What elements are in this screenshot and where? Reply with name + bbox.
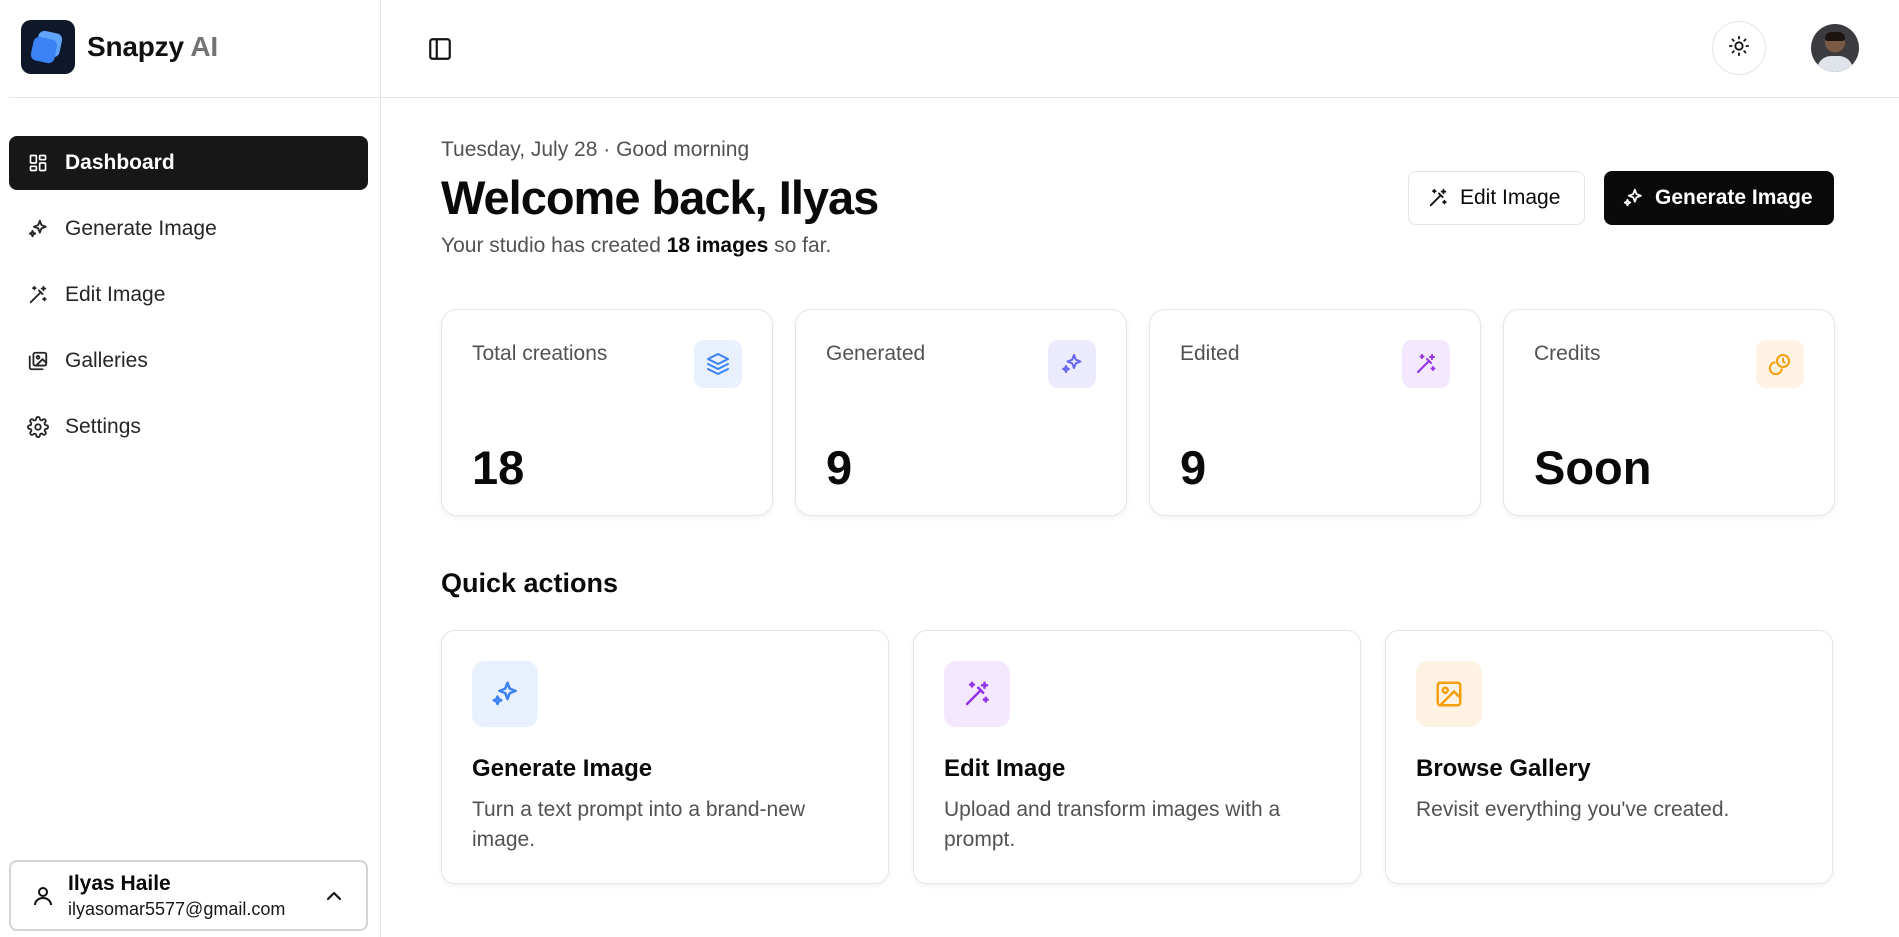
brand[interactable]: Snapzy AI — [21, 20, 218, 74]
sparkles-icon — [27, 218, 49, 240]
quick-action-description: Turn a text prompt into a brand-new imag… — [472, 798, 806, 851]
generate-image-button[interactable]: Generate Image — [1604, 171, 1834, 225]
page-subtitle: Your studio has created 18 images so far… — [441, 234, 832, 257]
stat-label: Credits — [1534, 342, 1601, 365]
edit-image-button[interactable]: Edit Image — [1408, 171, 1585, 225]
stat-value: Soon — [1534, 441, 1652, 494]
image-icon — [1416, 661, 1482, 727]
stat-label: Edited — [1180, 342, 1240, 365]
sidebar-nav: Dashboard Generate Image Edit Image Gall… — [9, 136, 368, 466]
stat-label: Generated — [826, 342, 926, 365]
wand-icon — [1429, 188, 1447, 207]
sidebar-item-generate-image[interactable]: Generate Image — [9, 202, 368, 256]
quick-action-title: Edit Image — [944, 755, 1066, 782]
sidebar-divider — [9, 97, 380, 98]
gallery-icon — [27, 350, 49, 372]
brand-logo-icon — [21, 20, 75, 74]
sidebar-item-galleries[interactable]: Galleries — [9, 334, 368, 388]
quick-action-edit-image[interactable]: Edit Image Upload and transform images w… — [913, 630, 1361, 884]
stat-card-total-creations: Total creations 18 — [441, 309, 773, 516]
images-count: 18 images — [666, 234, 769, 257]
sidebar-item-label: Dashboard — [65, 151, 175, 174]
sidebar-item-label: Edit Image — [65, 283, 166, 306]
brand-name: Snapzy AI — [87, 31, 218, 62]
user-icon — [31, 884, 55, 908]
user-email: ilyasomar5577@gmail.com — [68, 898, 286, 919]
quick-action-title: Browse Gallery — [1416, 755, 1591, 782]
quick-action-browse-gallery[interactable]: Browse Gallery Revisit everything you've… — [1385, 630, 1833, 884]
sparkles-icon — [1048, 340, 1096, 388]
user-name: Ilyas Haile — [68, 871, 171, 895]
stat-card-generated: Generated 9 — [795, 309, 1127, 516]
user-menu-button[interactable]: Ilyas Haile ilyasomar5577@gmail.com — [9, 860, 368, 931]
wand-icon — [944, 661, 1010, 727]
coins-icon — [1756, 340, 1804, 388]
dashboard-icon — [27, 152, 49, 174]
sidebar-item-label: Galleries — [65, 349, 148, 372]
sidebar: Snapzy AI Dashboard Generate Image Edit … — [0, 0, 381, 937]
quick-action-generate-image[interactable]: Generate Image Turn a text prompt into a… — [441, 630, 889, 884]
page-title: Welcome back, Ilyas — [441, 171, 879, 224]
gear-icon — [27, 416, 49, 438]
wand-icon — [1402, 340, 1450, 388]
top-header — [381, 0, 1899, 98]
sparkles-icon — [472, 661, 538, 727]
quick-action-description: Revisit everything you've created. — [1416, 798, 1730, 821]
quick-action-description: Upload and transform images with a promp… — [944, 798, 1281, 851]
sidebar-item-label: Generate Image — [65, 217, 217, 240]
sidebar-item-edit-image[interactable]: Edit Image — [9, 268, 368, 322]
avatar[interactable] — [1811, 24, 1859, 72]
chevron-up-icon — [322, 884, 346, 908]
sidebar-toggle-icon[interactable] — [427, 36, 453, 62]
stats-row: Total creations 18 Generated 9 Edited 9 … — [441, 309, 1835, 516]
stat-card-edited: Edited 9 — [1149, 309, 1481, 516]
sidebar-item-label: Settings — [65, 415, 141, 438]
quick-action-title: Generate Image — [472, 755, 653, 782]
sidebar-item-dashboard[interactable]: Dashboard — [9, 136, 368, 190]
stat-value: 18 — [472, 441, 525, 494]
quick-actions-row: Generate Image Turn a text prompt into a… — [441, 630, 1833, 884]
stat-label: Total creations — [472, 342, 608, 365]
theme-toggle-button[interactable] — [1712, 21, 1766, 75]
layers-icon — [694, 340, 742, 388]
sun-icon — [1728, 35, 1750, 62]
sidebar-item-settings[interactable]: Settings — [9, 400, 368, 454]
wand-icon — [27, 284, 49, 306]
stat-value: 9 — [1180, 441, 1207, 494]
user-info: Ilyas Haile ilyasomar5577@gmail.com — [68, 872, 322, 920]
stat-value: 9 — [826, 441, 853, 494]
date-greeting: Tuesday, July 28 · Good morning — [441, 138, 750, 161]
sparkles-icon — [1623, 188, 1642, 207]
stat-card-credits: Credits Soon — [1503, 309, 1835, 516]
quick-actions-heading: Quick actions — [441, 568, 619, 598]
